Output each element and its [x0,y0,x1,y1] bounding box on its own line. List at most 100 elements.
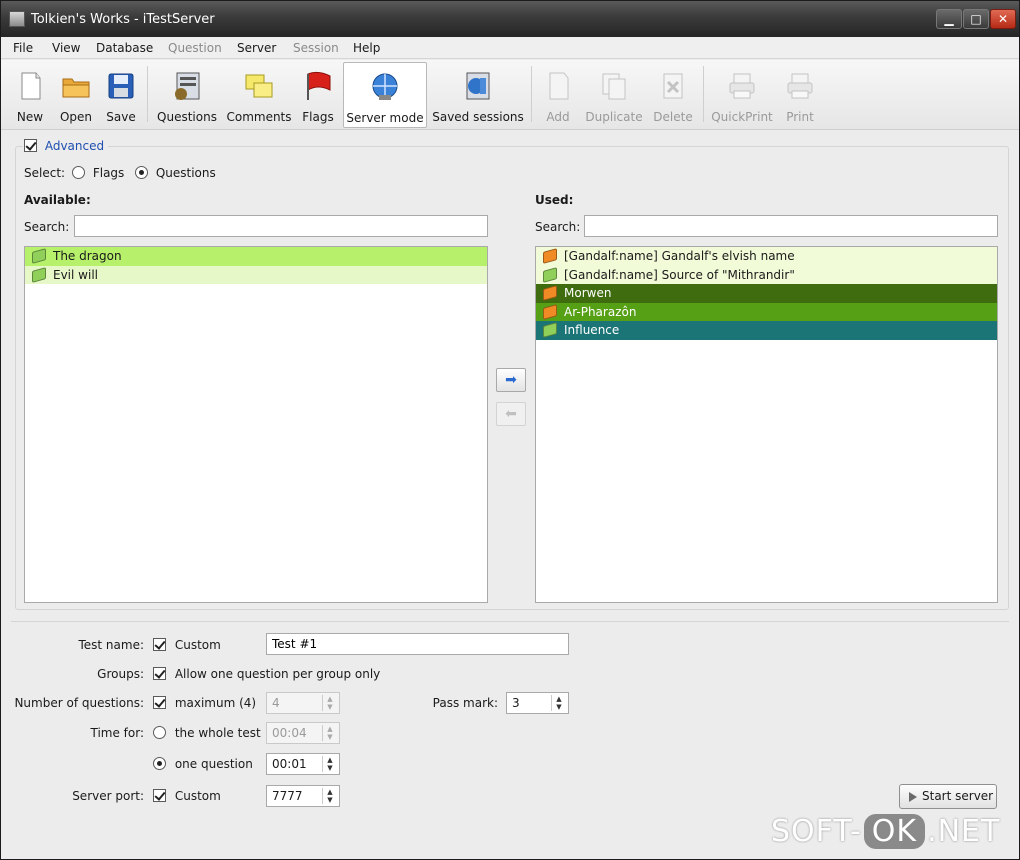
open-button[interactable]: Open [55,62,97,126]
menu-help[interactable]: Help [353,41,380,55]
available-list-item[interactable]: Evil will [25,265,487,284]
whole-test-radio[interactable] [153,726,166,739]
questions-icon [175,72,200,100]
server-port-spinner[interactable]: 7777 ▲ ▼ [266,785,340,807]
minimize-button[interactable]: ▁ [936,9,962,29]
used-list-item[interactable]: [Gandalf:name] Gandalf's elvish name [536,247,997,266]
select-questions-option[interactable]: Questions [135,165,216,180]
advanced-toggle[interactable]: Advanced [23,138,109,153]
question-tag-icon [543,285,557,301]
move-left-button[interactable]: ⬅ [496,402,526,426]
add-button[interactable]: Add [537,62,579,126]
quickprint-button[interactable]: QuickPrint [709,62,775,126]
play-icon [909,792,917,802]
spinner-arrows-icon: ▲ ▼ [551,695,566,711]
move-right-button[interactable]: ➡ [496,368,526,392]
menu-view[interactable]: View [52,41,80,55]
pass-mark-label: Pass mark: [432,696,498,710]
used-list-item[interactable]: Influence [536,321,997,340]
one-question-radio[interactable] [153,757,166,770]
questions-radio[interactable] [135,166,148,179]
pass-mark-spinner[interactable]: 3 ▲ ▼ [506,692,569,714]
num-questions-spinner[interactable]: 4 ▲ ▼ [266,692,340,714]
one-question-time-spinner[interactable]: 00:01 ▲ ▼ [266,753,340,775]
used-search-label: Search: [535,220,581,234]
new-button[interactable]: New [9,62,51,126]
groups-toggle[interactable]: Allow one question per group only [153,666,380,681]
saved-sessions-button[interactable]: Saved sessions [431,62,525,126]
used-item-text: [Gandalf:name] Gandalf's elvish name [564,249,795,263]
questions-button[interactable]: Questions [153,62,221,126]
spinner-arrows-icon: ▲ ▼ [322,695,337,711]
used-list-item[interactable]: [Gandalf:name] Source of "Mithrandir" [536,265,997,284]
comments-button[interactable]: Comments [225,62,293,126]
app-icon [9,11,25,27]
time-one-question-option[interactable]: one question [153,756,253,771]
print-button[interactable]: Print [779,62,821,126]
time-for-label: Time for: [90,726,144,740]
toolbar-separator [531,66,532,122]
comments-icon [245,74,273,98]
title-bar: Tolkien's Works - iTestServer ▁ □ ✕ [1,1,1019,37]
time-whole-test-option[interactable]: the whole test [153,725,261,740]
available-item-text: Evil will [53,267,98,282]
select-flags-option[interactable]: Flags [72,165,124,180]
flags-radio[interactable] [72,166,85,179]
num-questions-toggle[interactable]: maximum (4) [153,695,256,710]
arrow-right-icon: ➡ [505,372,517,388]
window-title: Tolkien's Works - iTestServer [31,12,215,27]
red-flag-icon [307,71,331,100]
duplicate-icon [602,73,626,100]
advanced-checkbox[interactable] [24,139,37,152]
menu-question[interactable]: Question [168,41,222,55]
toolbar-separator [147,66,148,122]
num-questions-checkbox[interactable] [153,696,166,709]
used-list-item[interactable]: Ar-Pharazôn [536,302,997,321]
menu-database[interactable]: Database [96,41,153,55]
advanced-label: Advanced [44,138,105,153]
question-tag-icon [543,322,557,338]
groups-checkbox[interactable] [153,667,166,680]
delete-button[interactable]: Delete [649,62,697,126]
spinner-arrows-icon: ▲ ▼ [322,788,337,804]
available-item-text: The dragon [53,249,122,263]
start-server-button[interactable]: Start server [899,784,997,809]
whole-test-time-spinner[interactable]: 00:04 ▲ ▼ [266,722,340,744]
server-mode-button[interactable]: Server mode [343,62,427,128]
available-search-input[interactable] [74,215,488,237]
available-title: Available: [24,193,91,207]
question-tag-icon [543,248,557,264]
duplicate-button[interactable]: Duplicate [583,62,645,126]
folder-icon [62,78,90,98]
close-button[interactable]: ✕ [990,9,1016,29]
saved-sessions-icon [466,72,490,100]
question-tag-icon [543,303,557,320]
used-list-item[interactable]: Morwen [536,284,997,303]
available-list-item[interactable]: The dragon [25,247,487,266]
available-list[interactable]: The dragon Evil will [24,246,488,603]
used-item-text: [Gandalf:name] Source of "Mithrandir" [564,267,795,282]
quickprint-icon [729,73,755,99]
used-search-input[interactable] [584,215,998,237]
menu-file[interactable]: File [13,41,33,55]
used-list[interactable]: [Gandalf:name] Gandalf's elvish name [Gan… [535,246,998,603]
maximize-button[interactable]: □ [963,9,989,29]
watermark: SOFT- OK .NET [771,814,1001,849]
menu-session[interactable]: Session [293,41,339,55]
question-tag-icon [32,248,46,264]
spinner-arrows-icon: ▲ ▼ [322,725,337,741]
test-name-label: Test name: [78,638,144,652]
server-port-checkbox[interactable] [153,789,166,802]
globe-server-icon [372,73,398,100]
save-button[interactable]: Save [100,62,142,126]
server-port-label: Server port: [72,789,144,803]
test-name-custom-toggle[interactable]: Custom [153,637,221,652]
server-port-custom-toggle[interactable]: Custom [153,788,221,803]
floppy-disk-icon [108,73,134,99]
menu-server[interactable]: Server [237,41,276,55]
flags-button[interactable]: Flags [297,62,339,126]
test-name-custom-checkbox[interactable] [153,638,166,651]
spinner-arrows-icon: ▲ ▼ [322,756,337,772]
test-name-input[interactable] [266,633,569,655]
used-item-text: Morwen [564,286,612,300]
